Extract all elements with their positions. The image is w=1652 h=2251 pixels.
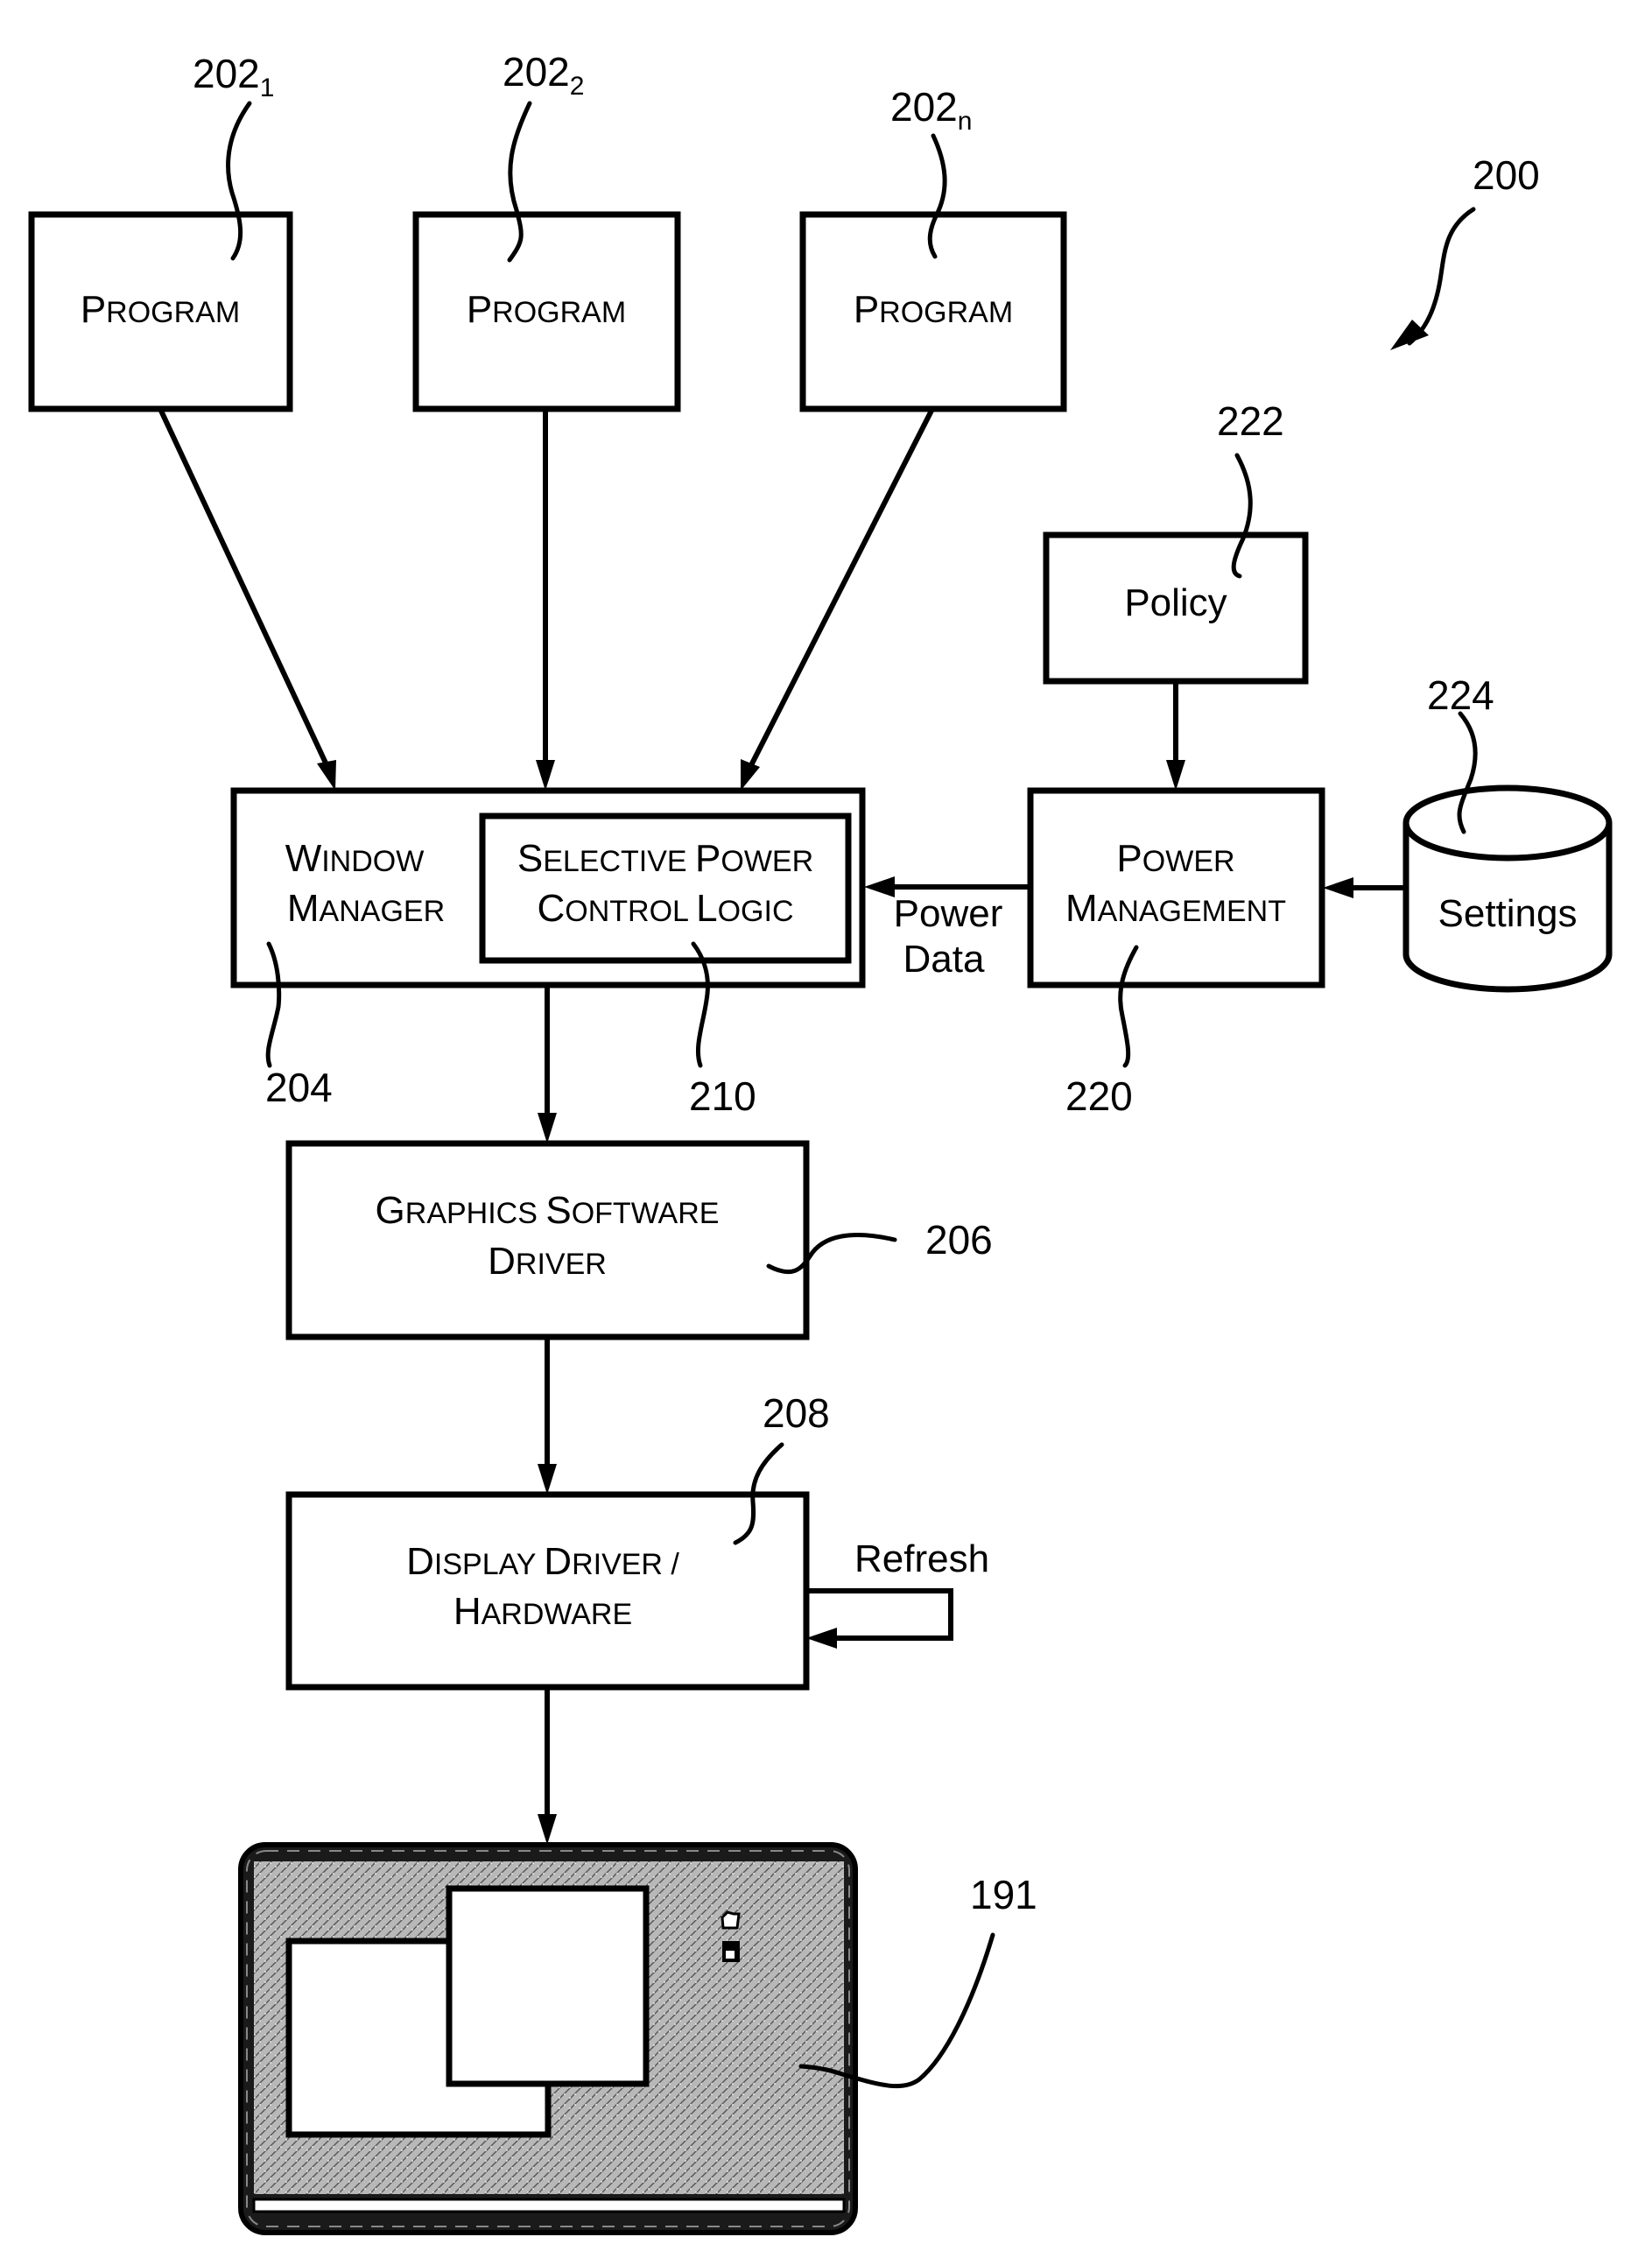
refresh-label: Refresh: [854, 1537, 989, 1580]
ref-206-label: 206: [925, 1217, 993, 1263]
ref-210-label: 210: [689, 1073, 756, 1119]
figure-ref-arrow-line: [1407, 207, 1476, 346]
arrow-wm-head: [538, 1113, 557, 1143]
arrow-policy-to-power-mgmt: [1166, 681, 1185, 791]
arrow-program1-to-wm: [158, 407, 336, 791]
ref-208-label: 208: [763, 1390, 830, 1436]
power-data-label-line2: Data: [903, 938, 985, 981]
document-icon[interactable]: [722, 1941, 740, 1962]
arrow-settings-to-power-mgmt: [1323, 877, 1406, 898]
program-box-n[interactable]: PROGRAM: [799, 211, 1067, 412]
refresh-loop: [806, 1588, 953, 1649]
arrow-program1-head: [317, 760, 336, 791]
arrow-policy-head: [1166, 760, 1185, 791]
ref-191-label: 191: [970, 1872, 1037, 1917]
arrow-graphics-to-display-driver: [538, 1337, 557, 1495]
policy-box[interactable]: Policy: [1043, 531, 1309, 685]
ref-202-1-label: 2021: [193, 51, 274, 102]
settings-label: Settings: [1438, 892, 1578, 935]
ref-204-label: 204: [265, 1065, 333, 1110]
display-driver-frame: [285, 1491, 810, 1691]
settings-datastore[interactable]: Settings: [1402, 784, 1613, 993]
policy-label: Policy: [1124, 581, 1227, 624]
window-front[interactable]: [446, 1885, 650, 2087]
arrow-program2-head: [536, 760, 555, 791]
arrow-programn-head: [741, 759, 760, 791]
arrow-program2-to-wm: [536, 409, 555, 791]
graphics-software-driver-box[interactable]: GRAPHICS SOFTWARE DRIVER: [285, 1140, 810, 1340]
patent-figure-200: 200 PROGRAM PROGRAM PROGRAM 2021 2022 20…: [28, 49, 1613, 2235]
arrow-programn-to-wm: [741, 407, 935, 791]
arrow-graphics-head: [538, 1464, 557, 1495]
program-box-2[interactable]: PROGRAM: [412, 211, 681, 412]
ref-222-label: 222: [1217, 398, 1284, 444]
ref-202-2-label: 2022: [503, 49, 584, 101]
folder-icon[interactable]: [721, 1910, 741, 1930]
ref-220-label: 220: [1065, 1073, 1133, 1119]
arrow-programn-line: [746, 407, 935, 772]
power-management-box[interactable]: POWER MANAGEMENT: [1027, 787, 1325, 988]
program-box-1[interactable]: PROGRAM: [28, 211, 293, 412]
arrow-program1-line: [158, 407, 332, 772]
arrow-display-head: [538, 1814, 557, 1845]
taskbar: [252, 2198, 846, 2213]
refresh-loop-head: [806, 1628, 837, 1649]
ref-202-n-label: 202n: [890, 84, 972, 136]
graphics-driver-frame: [285, 1140, 810, 1340]
ref-224-label: 224: [1427, 672, 1494, 718]
display-monitor: [238, 1842, 858, 2235]
arrow-display-driver-to-monitor: [538, 1687, 557, 1845]
display-driver-hardware-box[interactable]: DISPLAY DRIVER / HARDWARE: [285, 1491, 810, 1691]
figure-ref-label: 200: [1473, 152, 1540, 198]
arrow-wm-to-graphics-driver: [538, 985, 557, 1143]
arrow-settings-head: [1323, 877, 1353, 898]
figure-ref-200: 200: [1390, 152, 1540, 350]
power-data-label-line1: Power: [894, 892, 1003, 935]
arrow-power-data-head: [864, 876, 895, 897]
settings-cylinder-top: [1402, 784, 1613, 862]
